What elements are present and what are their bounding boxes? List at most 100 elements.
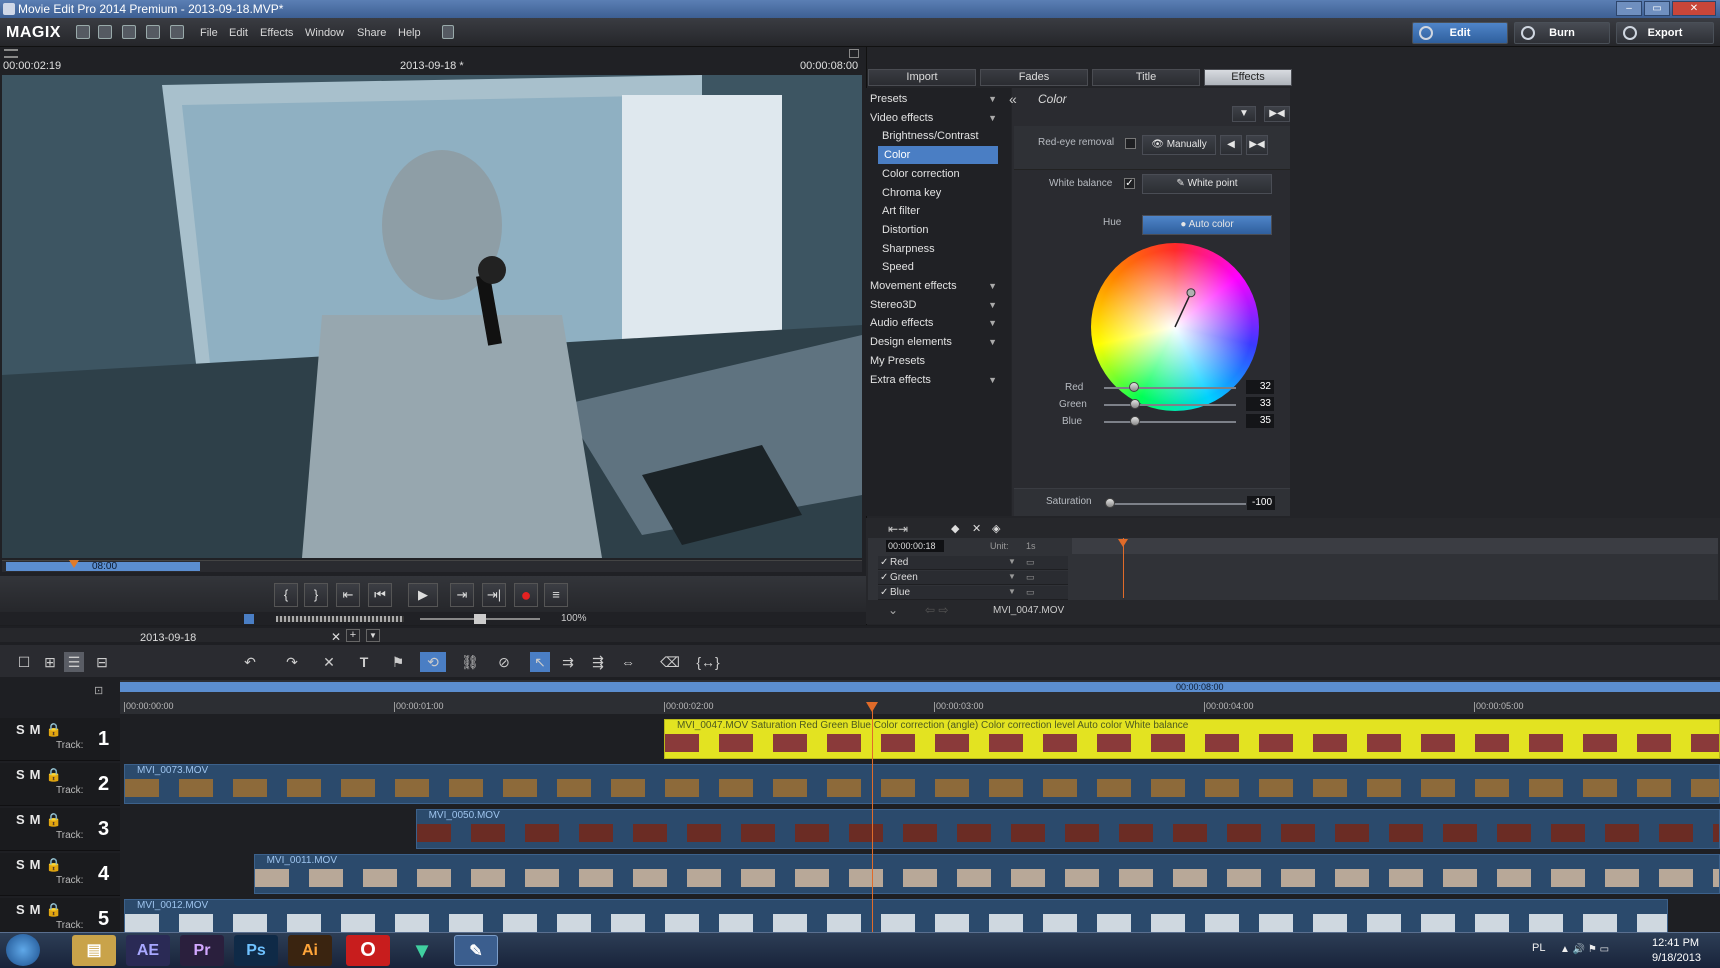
tree-item-video-effects[interactable]: Video effects ▼: [866, 109, 1011, 127]
red-slider-track[interactable]: [1104, 387, 1236, 389]
play-button[interactable]: ▶: [408, 583, 438, 607]
timeline-playhead[interactable]: [871, 706, 873, 942]
expand-chevron-icon[interactable]: ▼: [988, 314, 997, 332]
delete-icon[interactable]: ✕: [319, 652, 339, 672]
keyframe-row-dropdown-icon[interactable]: ▼: [1008, 557, 1016, 566]
green-value[interactable]: 33: [1246, 397, 1274, 411]
menu-edit[interactable]: Edit: [229, 27, 248, 39]
red-eye-redo-button[interactable]: ▶◀: [1246, 135, 1268, 155]
lock-view-icon[interactable]: ⊡: [94, 684, 110, 710]
group-icon[interactable]: ⛓: [460, 652, 480, 672]
clock-date[interactable]: 9/18/2013: [1652, 952, 1701, 964]
timeline-mode-icon[interactable]: ☰: [64, 652, 84, 672]
zoom-slider-knob[interactable]: [474, 614, 486, 624]
timeline-playhead-marker[interactable]: [865, 702, 878, 712]
mark-in-button[interactable]: {: [274, 583, 298, 607]
open-folder-icon[interactable]: [98, 25, 112, 39]
red-eye-checkbox[interactable]: [1125, 138, 1136, 149]
tree-item-chroma-key[interactable]: Chroma key: [866, 184, 1011, 202]
vpn-taskbar-icon[interactable]: ▼: [400, 935, 444, 966]
saturation-value[interactable]: -100: [1247, 496, 1275, 510]
preview-position-marker[interactable]: [69, 560, 79, 568]
menu-share[interactable]: Share: [357, 27, 386, 39]
keyframe-time[interactable]: 00:00:00:18: [886, 540, 944, 552]
language-indicator[interactable]: PL: [1532, 942, 1545, 954]
movie-edit-taskbar-icon[interactable]: ✎: [454, 935, 498, 966]
tree-item-design-elements[interactable]: Design elements ▼: [866, 333, 1011, 351]
expand-chevron-icon[interactable]: ▼: [988, 109, 997, 127]
settings-icon[interactable]: [146, 25, 160, 39]
tree-item-my-presets[interactable]: My Presets: [866, 352, 1011, 370]
tree-item-sharpness[interactable]: Sharpness: [866, 240, 1011, 258]
track-solo-mute-lock[interactable]: SM🔒: [16, 812, 67, 828]
keyframe-row-dropdown-icon[interactable]: ▼: [1008, 572, 1016, 581]
delete-keyframe-icon[interactable]: ✕: [972, 522, 981, 535]
prev-object-icon[interactable]: ⇦ ⇨: [925, 603, 948, 617]
split-icon[interactable]: ⇉: [558, 652, 578, 672]
keyframe-row-curve-icon[interactable]: ▭: [1026, 572, 1035, 583]
new-project-icon[interactable]: [76, 25, 90, 39]
illustrator-taskbar-icon[interactable]: Ai: [288, 935, 332, 966]
next-marker-button[interactable]: ⇥|: [482, 583, 506, 607]
keyframe-prev-icon[interactable]: ⇤⇥: [888, 522, 908, 536]
saturation-slider-track[interactable]: [1108, 503, 1246, 505]
tree-item-color-correction[interactable]: Color correction: [866, 165, 1011, 183]
tab-import[interactable]: Import: [868, 69, 976, 86]
clip-track-2[interactable]: MVI_0073.MOV: [124, 764, 1720, 804]
expand-chevron-icon[interactable]: ▼: [988, 296, 997, 314]
blue-value[interactable]: 35: [1246, 414, 1274, 428]
tree-item-audio-effects[interactable]: Audio effects ▼: [866, 314, 1011, 332]
clock-time[interactable]: 12:41 PM: [1652, 937, 1699, 949]
zoom-value[interactable]: 100%: [561, 613, 587, 624]
trim-icon[interactable]: ⇶: [588, 652, 608, 672]
compare-button[interactable]: ▶◀: [1264, 106, 1290, 122]
premiere-taskbar-icon[interactable]: Pr: [180, 935, 224, 966]
multicam-icon[interactable]: ⊟: [92, 652, 112, 672]
hue-pointer-handle[interactable]: [1186, 288, 1196, 298]
keyframe-row-curve-icon[interactable]: ▭: [1026, 587, 1035, 598]
keyframe-row-checkbox[interactable]: ✓: [880, 587, 888, 598]
tab-fades[interactable]: Fades: [980, 69, 1088, 86]
mark-out-button[interactable]: }: [304, 583, 328, 607]
save-icon[interactable]: [122, 25, 136, 39]
manual-icon[interactable]: [442, 25, 454, 39]
close-button[interactable]: ✕: [1672, 1, 1716, 16]
expand-chevron-icon[interactable]: ▼: [988, 277, 997, 295]
monitor-maximize-icon[interactable]: [849, 49, 859, 58]
tab-menu-button[interactable]: ▼: [366, 629, 380, 642]
jog-wheel[interactable]: [276, 616, 404, 622]
add-keyframe-icon[interactable]: ◆: [951, 522, 959, 535]
expand-chevron-icon[interactable]: ▼: [988, 371, 997, 389]
step-forward-button[interactable]: ⇥: [450, 583, 474, 607]
track-solo-mute-lock[interactable]: SM🔒: [16, 902, 67, 918]
keyframe-row-dropdown-icon[interactable]: ▼: [1008, 587, 1016, 596]
video-preview[interactable]: [2, 75, 862, 558]
keyframe-row-curve-icon[interactable]: ▭: [1026, 557, 1035, 568]
tree-item-art-filter[interactable]: Art filter: [866, 202, 1011, 220]
eraser-icon[interactable]: ⌫: [660, 652, 680, 672]
record-button[interactable]: ●: [514, 583, 538, 607]
mouse-mode-icon[interactable]: ↖: [530, 652, 550, 672]
menu-help[interactable]: Help: [398, 27, 421, 39]
timeline-range-bar[interactable]: [120, 682, 1720, 692]
tree-item-speed[interactable]: Speed: [866, 258, 1011, 276]
white-balance-checkbox[interactable]: ✓: [1124, 178, 1135, 189]
undo-icon[interactable]: ↶: [240, 652, 260, 672]
track-solo-mute-lock[interactable]: SM🔒: [16, 857, 67, 873]
manually-button[interactable]: 👁 Manually: [1142, 135, 1216, 155]
stretch-icon[interactable]: ⇔: [618, 652, 638, 672]
explorer-taskbar-icon[interactable]: ▤: [72, 935, 116, 966]
tree-item-stereo3d[interactable]: Stereo3D ▼: [866, 296, 1011, 314]
collapse-down-icon[interactable]: ⌄: [888, 603, 898, 617]
add-tab-button[interactable]: +: [346, 629, 360, 642]
tree-item-color[interactable]: Color: [878, 146, 998, 165]
export-mode-button[interactable]: Export: [1616, 22, 1714, 44]
green-slider-track[interactable]: [1104, 404, 1236, 406]
back-chevron-icon[interactable]: «: [1009, 91, 1017, 107]
menu-effects[interactable]: Effects: [260, 27, 293, 39]
opera-taskbar-icon[interactable]: O: [346, 935, 390, 966]
green-slider-knob[interactable]: [1129, 399, 1140, 409]
title-icon[interactable]: T: [354, 652, 374, 672]
minimize-button[interactable]: –: [1616, 1, 1642, 16]
red-eye-undo-button[interactable]: ◀: [1220, 135, 1242, 155]
